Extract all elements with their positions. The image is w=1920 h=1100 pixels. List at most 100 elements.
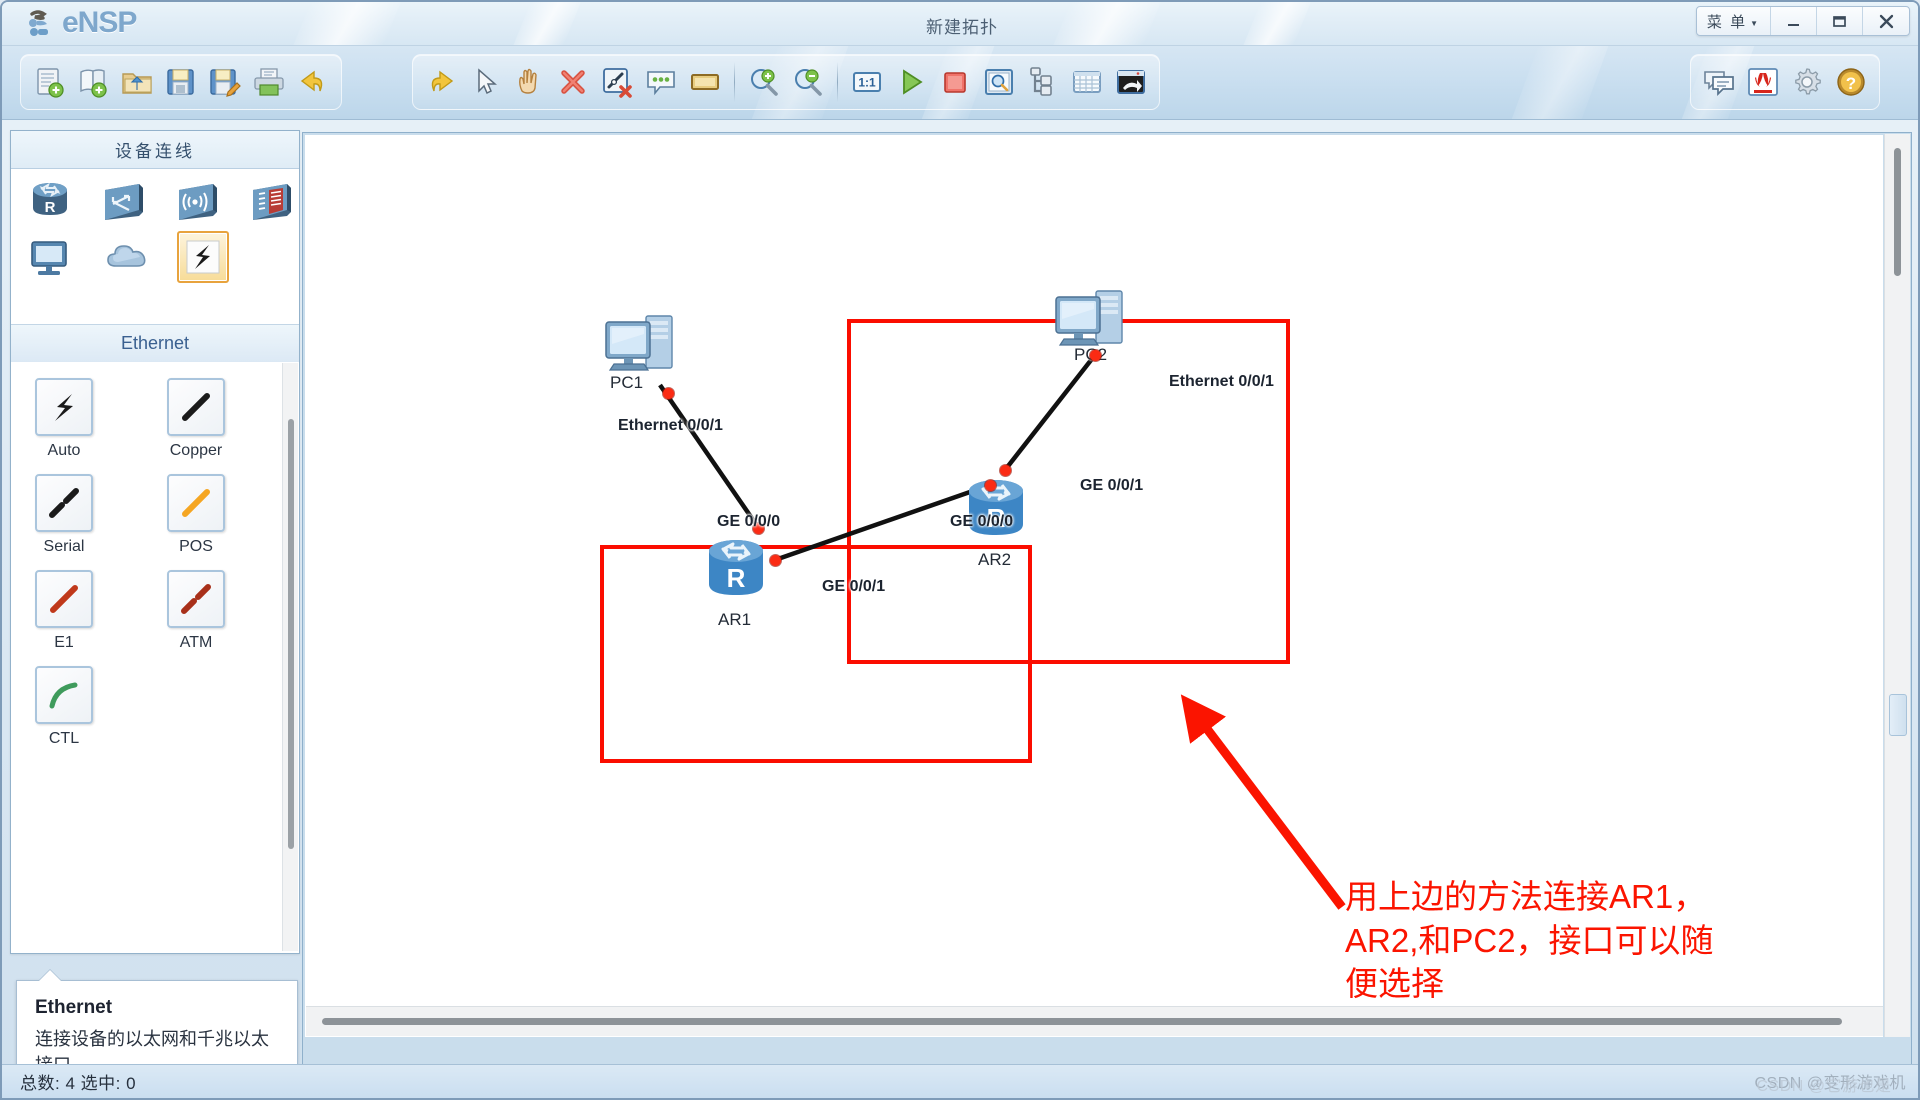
cable-panel-scrollbar-thumb[interactable]	[288, 419, 294, 849]
zoom-reset-button[interactable]: 1:1	[845, 60, 889, 104]
port-label-1: Ethernet 0/0/1	[618, 417, 723, 434]
toolbar-edit-group: 1:1	[412, 54, 1160, 110]
redo-icon	[431, 70, 454, 92]
toolbar-divider-1	[734, 62, 735, 102]
maximize-button[interactable]	[1817, 7, 1863, 35]
node-pc1[interactable]: PC1	[600, 310, 690, 400]
connection-lightning-icon	[186, 240, 220, 274]
toolbar-help-group: ?	[1690, 54, 1880, 110]
start-device-button[interactable]	[889, 60, 933, 104]
router-icon: R	[709, 540, 763, 595]
canvas-hscrollbar-thumb[interactable]	[322, 1018, 1842, 1025]
port-label-5: GE 0/0/1	[1080, 477, 1144, 494]
hand-pan-button[interactable]	[507, 60, 551, 104]
cable-ctl-label: CTL	[48, 730, 80, 747]
device-endpoint[interactable]	[25, 231, 77, 283]
node-ar2-label: AR2	[978, 550, 1012, 569]
menu-button-label: 菜 单	[1706, 13, 1748, 31]
device-palette-panel: 设备连线 R Ethernet	[10, 130, 300, 362]
maximize-icon	[1833, 15, 1846, 27]
help-question-icon: ?	[1837, 68, 1865, 96]
forum-chat-button[interactable]	[1697, 60, 1741, 104]
endpoint-pc-icon	[31, 241, 67, 275]
grid-button[interactable]	[1065, 60, 1109, 104]
stop-device-button[interactable]	[933, 60, 977, 104]
cable-copper-label: Copper	[169, 442, 223, 459]
topology-canvas[interactable]: PC1 R AR1 R AR2 Ethernet 0/0/1 GE 0/0/0 …	[305, 135, 1883, 1037]
device-firewall[interactable]	[247, 175, 297, 227]
huawei-logo-button[interactable]	[1741, 60, 1785, 104]
hand-pan-icon	[519, 68, 537, 94]
topology-tree-button[interactable]	[1021, 60, 1065, 104]
undo-icon	[300, 70, 323, 92]
save-button[interactable]	[159, 60, 203, 104]
cable-category-label: Ethernet	[11, 324, 299, 362]
cable-serial[interactable]: Serial	[29, 474, 99, 556]
stop-device-icon	[944, 72, 966, 93]
auto-cable-icon	[35, 378, 93, 436]
atm-cable-icon	[167, 570, 225, 628]
redo-button[interactable]	[419, 60, 463, 104]
delete-button[interactable]	[551, 60, 595, 104]
node-ar1[interactable]: R AR1	[695, 535, 777, 629]
capture-packet-button[interactable]	[977, 60, 1021, 104]
cable-panel-scrollbar[interactable]	[282, 363, 298, 951]
grid-icon	[1073, 71, 1101, 93]
menu-button[interactable]: 菜 单 ▼	[1697, 7, 1771, 35]
shape-rect-button[interactable]	[683, 60, 727, 104]
status-bar: 总数: 4 选中: 0 CSDN @变形游戏机 CSDN @它游也是礼	[2, 1064, 1918, 1098]
link-dot-pc2	[1090, 350, 1101, 361]
new-topology-button[interactable]	[27, 60, 71, 104]
canvas-vertical-scrollbar[interactable]	[1884, 134, 1910, 1037]
toolbar-sheen-3	[1501, 46, 1613, 119]
wlan-icon	[179, 184, 217, 220]
undo-button[interactable]	[291, 60, 335, 104]
device-cloud[interactable]	[101, 231, 153, 283]
cable-pos[interactable]: POS	[161, 474, 231, 556]
console-window-button[interactable]	[1109, 60, 1153, 104]
device-switch[interactable]	[99, 175, 149, 227]
save-as-button[interactable]	[203, 60, 247, 104]
canvas-panel-collapse-grip[interactable]	[1889, 694, 1907, 736]
select-pointer-icon	[478, 68, 497, 95]
link-dot-ar1-out	[770, 555, 781, 566]
new-topology-icon	[37, 68, 64, 98]
node-pc2[interactable]: PC2	[1050, 285, 1140, 375]
main-toolbar: 1:1 ?	[2, 46, 1918, 120]
cable-auto[interactable]: Auto	[29, 378, 99, 460]
cable-copper[interactable]: Copper	[161, 378, 231, 460]
open-file-button[interactable]	[115, 60, 159, 104]
canvas-vscrollbar-thumb[interactable]	[1894, 148, 1901, 276]
device-wlan[interactable]	[173, 175, 223, 227]
cable-palette-panel: Auto Copper Serial POS E1 ATM CTL	[10, 362, 300, 954]
help-button[interactable]: ?	[1829, 60, 1873, 104]
new-device-icon	[80, 69, 107, 98]
cable-e1[interactable]: E1	[29, 570, 99, 652]
switch-icon	[105, 184, 143, 220]
cable-atm[interactable]: ATM	[161, 570, 231, 652]
zoom-out-button[interactable]	[786, 60, 830, 104]
text-note-button[interactable]	[639, 60, 683, 104]
settings-button[interactable]	[1785, 60, 1829, 104]
delete-icon	[561, 70, 585, 94]
cable-palette-grid: Auto Copper Serial POS E1 ATM CTL	[11, 362, 283, 952]
minimize-button[interactable]	[1771, 7, 1817, 35]
device-palette-header: 设备连线	[11, 131, 299, 169]
capture-packet-icon	[985, 69, 1013, 95]
save-as-icon	[210, 69, 241, 97]
cable-ctl[interactable]: CTL	[29, 666, 99, 748]
zoom-in-button[interactable]	[742, 60, 786, 104]
print-button[interactable]	[247, 60, 291, 104]
svg-text:R: R	[45, 199, 56, 216]
new-device-button[interactable]	[71, 60, 115, 104]
pos-cable-icon	[167, 474, 225, 532]
delete-link-button[interactable]	[595, 60, 639, 104]
link-dot-ar2-out	[1000, 465, 1011, 476]
cable-auto-label: Auto	[47, 442, 81, 459]
close-button[interactable]	[1863, 7, 1909, 35]
device-connection[interactable]	[177, 231, 229, 283]
canvas-horizontal-scrollbar[interactable]	[306, 1006, 1883, 1036]
device-router[interactable]: R	[25, 175, 75, 227]
text-note-icon	[647, 71, 675, 96]
select-pointer-button[interactable]	[463, 60, 507, 104]
